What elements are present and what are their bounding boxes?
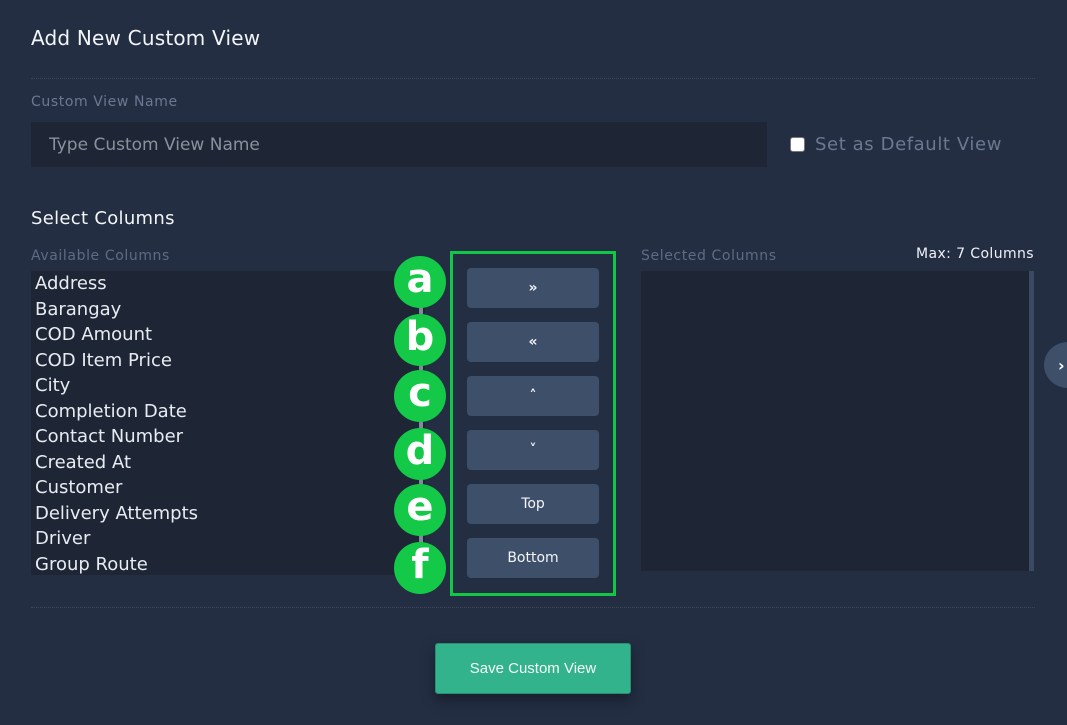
list-item[interactable]: Customer (31, 475, 425, 501)
save-custom-view-button[interactable]: Save Custom View (435, 643, 631, 694)
select-columns-title: Select Columns (31, 208, 175, 229)
custom-view-name-label: Custom View Name (31, 94, 178, 110)
list-item[interactable]: Address (31, 271, 425, 297)
list-item[interactable]: Created At (31, 450, 425, 476)
selected-columns-list[interactable] (641, 271, 1034, 571)
side-panel-toggle[interactable]: › (1044, 342, 1067, 388)
list-item[interactable]: Completion Date (31, 399, 425, 425)
footer-divider (31, 607, 1035, 608)
list-item[interactable]: Barangay (31, 297, 425, 323)
move-left-button[interactable]: « (467, 322, 599, 362)
list-item[interactable]: COD Amount (31, 322, 425, 348)
annotation-badge-d: d (394, 428, 446, 480)
annotation-badge-b: b (394, 314, 446, 366)
chevron-down-icon: ˅ (529, 442, 537, 458)
selected-list-scrollbar[interactable] (1029, 271, 1034, 571)
column-move-controls: » « ˄ ˅ Top Bottom (450, 251, 616, 596)
selected-columns-label: Selected Columns (641, 248, 777, 264)
available-columns-label: Available Columns (31, 248, 170, 264)
list-item[interactable]: Delivery Attempts (31, 501, 425, 527)
list-item[interactable]: Driver (31, 526, 425, 552)
annotation-badge-a: a (394, 256, 446, 308)
move-right-button[interactable]: » (467, 268, 599, 308)
move-down-button[interactable]: ˅ (467, 430, 599, 470)
annotation-badge-e: e (394, 484, 446, 536)
list-item[interactable]: Contact Number (31, 424, 425, 450)
move-bottom-button[interactable]: Bottom (467, 538, 599, 578)
custom-view-panel: Add New Custom View Custom View Name Set… (0, 0, 1067, 725)
move-top-button[interactable]: Top (467, 484, 599, 524)
chevron-right-icon: › (1058, 355, 1065, 375)
double-chevron-right-icon: » (528, 280, 538, 296)
max-columns-label: Max: 7 Columns (916, 246, 1034, 262)
move-up-button[interactable]: ˄ (467, 376, 599, 416)
list-item[interactable]: Group Route (31, 552, 425, 576)
set-default-view-label: Set as Default View (815, 134, 1003, 155)
annotation-badge-c: c (394, 370, 446, 422)
annotation-badge-f: f (394, 542, 446, 594)
list-item[interactable]: City (31, 373, 425, 399)
page-title: Add New Custom View (31, 26, 261, 50)
chevron-up-icon: ˄ (529, 388, 537, 404)
header-divider (31, 78, 1035, 79)
set-default-view-checkbox[interactable] (790, 137, 805, 152)
available-columns-list[interactable]: Address Barangay COD Amount COD Item Pri… (31, 271, 425, 575)
double-chevron-left-icon: « (528, 334, 538, 350)
set-default-view-toggle[interactable]: Set as Default View (790, 134, 1002, 155)
list-item[interactable]: COD Item Price (31, 348, 425, 374)
custom-view-name-input[interactable] (31, 122, 767, 167)
